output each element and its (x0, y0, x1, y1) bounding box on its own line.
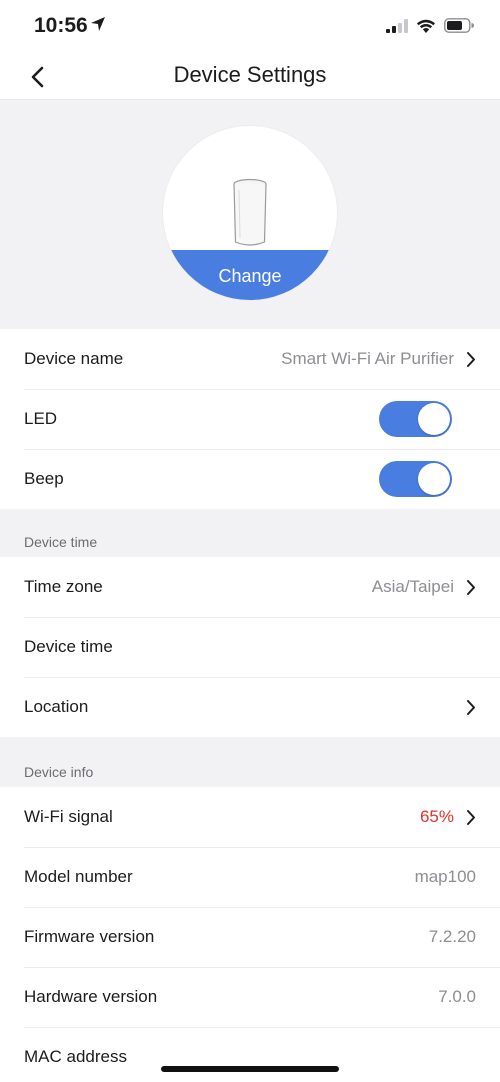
firmware-version-value: 7.2.20 (428, 927, 476, 946)
chevron-right-icon (466, 809, 476, 826)
chevron-right-icon (466, 351, 476, 368)
device-image-section: Change (0, 101, 500, 329)
wifi-signal-value: 65% (419, 807, 454, 826)
page-title: Device Settings (173, 62, 327, 87)
status-indicators (386, 18, 474, 33)
general-settings-group: Device name Smart Wi-Fi Air Purifier LED… (0, 329, 500, 509)
model-number-value: map100 (414, 867, 476, 886)
device-name-label: Device name (24, 349, 124, 368)
cellular-signal-icon (386, 18, 408, 33)
time-zone-value: Asia/Taipei (371, 577, 454, 596)
device-time-row: Device time (0, 617, 500, 677)
hardware-version-value: 7.0.0 (438, 987, 476, 1006)
device-icon (233, 178, 267, 246)
mac-address-label: MAC address (24, 1047, 127, 1066)
toggle-knob (418, 403, 450, 435)
wifi-signal-row[interactable]: Wi-Fi signal 65% (0, 787, 500, 847)
time-zone-row[interactable]: Time zone Asia/Taipei (0, 557, 500, 617)
hardware-version-row: Hardware version 7.0.0 (0, 967, 500, 1027)
device-name-value: Smart Wi-Fi Air Purifier (281, 349, 454, 368)
time-zone-label: Time zone (24, 577, 103, 596)
status-time: 10:56 (34, 14, 88, 37)
device-info-header: Device info (0, 739, 500, 787)
led-label: LED (24, 409, 58, 428)
device-avatar[interactable]: Change (163, 126, 337, 300)
location-row[interactable]: Location (0, 677, 500, 737)
home-indicator[interactable] (161, 1066, 339, 1072)
hardware-version-label: Hardware version (24, 987, 158, 1006)
status-bar: 10:56 (0, 0, 500, 54)
led-toggle[interactable] (379, 401, 452, 437)
device-time-group: Time zone Asia/Taipei Device time Locati… (0, 557, 500, 737)
device-time-label: Device time (24, 637, 113, 656)
model-number-label: Model number (24, 867, 133, 886)
location-label: Location (24, 697, 89, 716)
led-row: LED (0, 389, 500, 449)
wifi-icon (417, 19, 435, 33)
beep-label: Beep (24, 469, 64, 488)
navigation-bar: Device Settings (0, 54, 500, 100)
chevron-right-icon (466, 579, 476, 596)
change-image-button[interactable]: Change (163, 266, 337, 287)
chevron-right-icon (466, 699, 476, 716)
mac-address-row: MAC address (0, 1027, 500, 1082)
device-time-header: Device time (0, 509, 500, 557)
firmware-version-row: Firmware version 7.2.20 (0, 907, 500, 967)
toggle-knob (418, 463, 450, 495)
firmware-version-label: Firmware version (24, 927, 155, 946)
location-arrow-icon (91, 17, 105, 31)
wifi-signal-label: Wi-Fi signal (24, 807, 113, 826)
model-number-row: Model number map100 (0, 847, 500, 907)
beep-row: Beep (0, 449, 500, 509)
beep-toggle[interactable] (379, 461, 452, 497)
device-name-row[interactable]: Device name Smart Wi-Fi Air Purifier (0, 329, 500, 389)
device-info-group: Wi-Fi signal 65% Model number map100 Fir… (0, 787, 500, 1082)
battery-icon (444, 18, 474, 33)
